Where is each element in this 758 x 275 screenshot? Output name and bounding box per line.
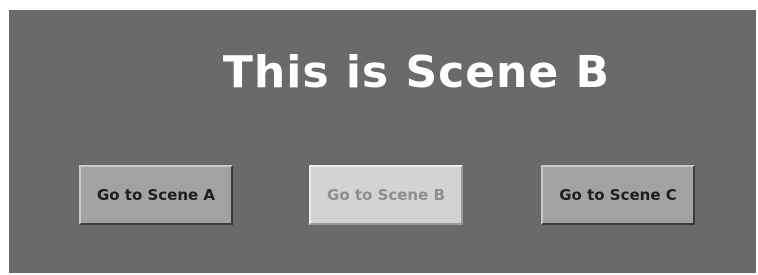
scene-title: This is Scene B [222, 47, 611, 98]
go-to-scene-a-button[interactable]: Go to Scene A [79, 165, 233, 225]
go-to-scene-c-button[interactable]: Go to Scene C [541, 165, 695, 225]
scene-window: This is Scene B Go to Scene A Go to Scen… [9, 10, 756, 273]
go-to-scene-b-button[interactable]: Go to Scene B [309, 165, 463, 225]
